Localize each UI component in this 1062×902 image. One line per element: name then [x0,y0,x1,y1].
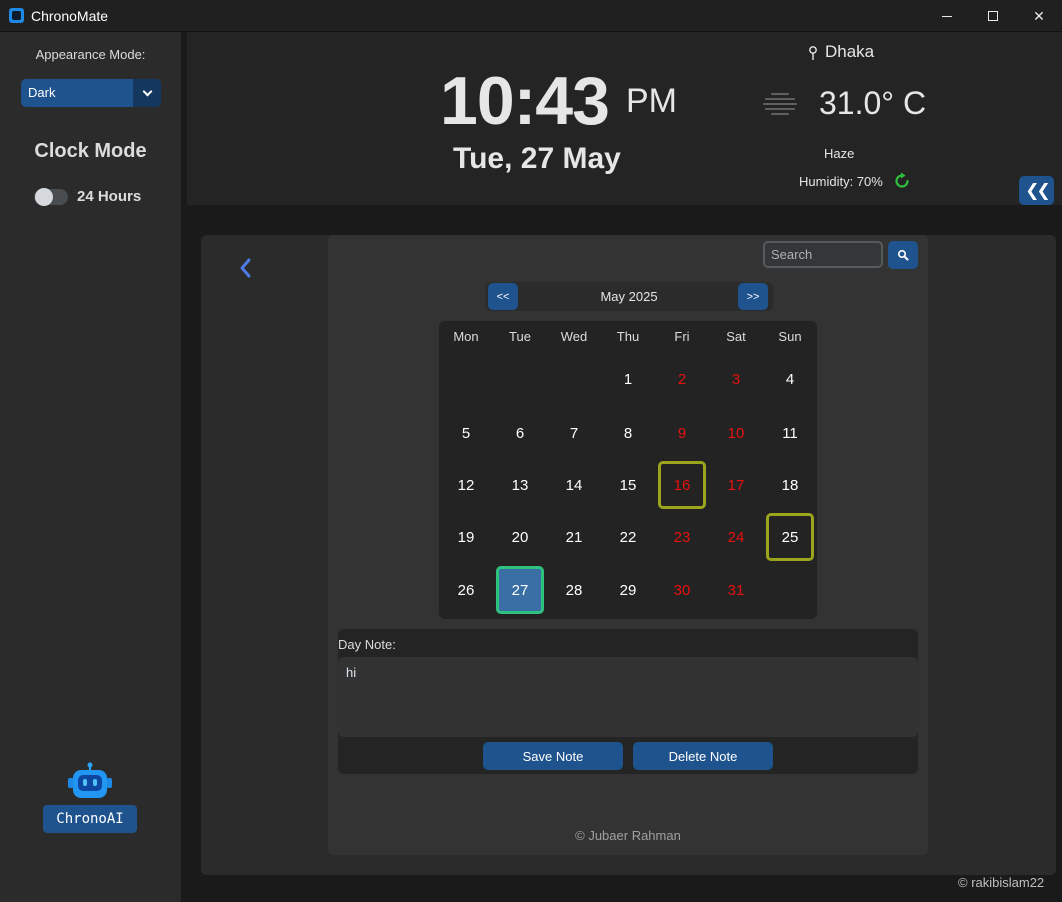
calendar-day[interactable]: 20 [496,513,544,561]
app-icon [9,8,24,23]
calendar-day[interactable]: 21 [550,513,598,561]
calendar-day[interactable]: 4 [766,355,814,403]
clock-date: Tue, 27 May [453,142,621,175]
search-input[interactable] [763,241,883,268]
title-bar: ChronoMate ✕ [0,0,1062,32]
calendar-day[interactable]: 13 [496,461,544,509]
toggle-knob [35,188,53,206]
collapse-panel-button[interactable]: ❮❮ [1019,176,1054,205]
weather-temperature: 31.0° C [819,85,927,121]
weekday-header: Sat [726,329,746,344]
day-note-label: Day Note: [338,637,396,652]
calendar-day[interactable]: 24 [712,513,760,561]
location-pin-icon [809,46,817,60]
calendar-day[interactable]: 15 [604,461,652,509]
weather-humidity: Humidity: 70% [799,174,883,189]
search-icon [897,249,909,261]
24-hour-toggle[interactable] [34,188,68,206]
back-arrow-icon[interactable] [238,256,252,280]
calendar-day[interactable]: 25 [766,513,814,561]
calendar-day[interactable]: 30 [658,566,706,614]
day-note-panel: Day Note: hi Save Note Delete Note [338,629,918,774]
calendar-day[interactable]: 31 [712,566,760,614]
save-note-button[interactable]: Save Note [483,742,623,770]
calendar-grid: Mon Tue Wed Thu Fri Sat Sun 1 2 3 4 5 6 7 8 9 10 11 12 13 14… [439,321,817,619]
calendar-day[interactable]: 12 [442,461,490,509]
24-hour-toggle-label: 24 Hours [77,188,142,205]
weekday-header: Wed [560,329,588,344]
close-button[interactable]: ✕ [1016,0,1062,32]
calendar-day[interactable]: 6 [496,409,544,457]
calendar-day[interactable]: 23 [658,513,706,561]
minimize-icon [942,15,952,17]
chevron-down-icon [142,86,152,97]
appearance-mode-dropdown[interactable]: Dark [21,79,161,107]
window-title: ChronoMate [31,8,109,24]
close-icon: ✕ [1033,7,1045,24]
clock-mode-title: Clock Mode [34,140,147,162]
sidebar: Appearance Mode: Dark Clock Mode 24 Hour… [0,32,181,902]
weekday-header: Mon [453,329,479,344]
haze-icon [763,93,797,115]
previous-month-button[interactable]: << [488,283,518,310]
corner-credit: © rakibislam22 [958,875,1045,890]
calendar-day[interactable]: 8 [604,409,652,457]
weekday-header: Fri [674,329,690,344]
calendar-day[interactable]: 14 [550,461,598,509]
calendar-day[interactable]: 3 [712,355,760,403]
calendar-day[interactable]: 28 [550,566,598,614]
appearance-mode-label: Appearance Mode: [35,47,146,62]
next-month-button[interactable]: >> [738,283,768,310]
maximize-button[interactable] [970,0,1016,32]
weather-condition: Haze [824,146,855,161]
minimize-button[interactable] [924,0,970,32]
month-label: May 2025 [600,289,658,304]
weekday-header: Tue [509,329,531,344]
clock-weather-header: 10:43 PM Tue, 27 May Dhaka 31.0° C Haze … [187,32,1062,205]
calendar-day[interactable]: 11 [766,409,814,457]
clock-time: 10:43 [440,63,610,139]
calendar-day[interactable]: 27 [496,566,544,614]
calendar-day[interactable]: 5 [442,409,490,457]
refresh-icon[interactable] [893,172,911,190]
calendar-day[interactable]: 9 [658,409,706,457]
calendar-day[interactable]: 7 [550,409,598,457]
day-note-textarea[interactable]: hi [338,657,918,737]
dropdown-arrow-button[interactable] [133,79,161,107]
calendar-day[interactable]: 22 [604,513,652,561]
calendar-day[interactable]: 19 [442,513,490,561]
calendar-day[interactable]: 26 [442,566,490,614]
robot-icon [68,762,112,798]
weekday-header: Sun [778,329,802,344]
calendar-day[interactable]: 16 [658,461,706,509]
search-button[interactable] [888,241,918,269]
calendar-panel: May 2025 << >> MonTueWedThuFriSatSun1234… [328,235,928,855]
calendar-day[interactable]: 29 [604,566,652,614]
calendar-day[interactable]: 10 [712,409,760,457]
calendar-day[interactable]: 2 [658,355,706,403]
maximize-icon [988,11,998,21]
weekday-header: Thu [616,329,640,344]
footer-credit: © Jubaer Rahman [575,828,681,843]
appearance-mode-value: Dark [28,85,56,100]
calendar-day[interactable]: 1 [604,355,652,403]
clock-ampm: PM [626,82,677,120]
delete-note-button[interactable]: Delete Note [633,742,773,770]
weather-city: Dhaka [825,42,875,61]
calendar-day[interactable]: 18 [766,461,814,509]
month-navigator: May 2025 << >> [485,282,773,311]
calendar-day[interactable]: 17 [712,461,760,509]
chrono-ai-button[interactable]: ChronoAI [43,805,137,833]
